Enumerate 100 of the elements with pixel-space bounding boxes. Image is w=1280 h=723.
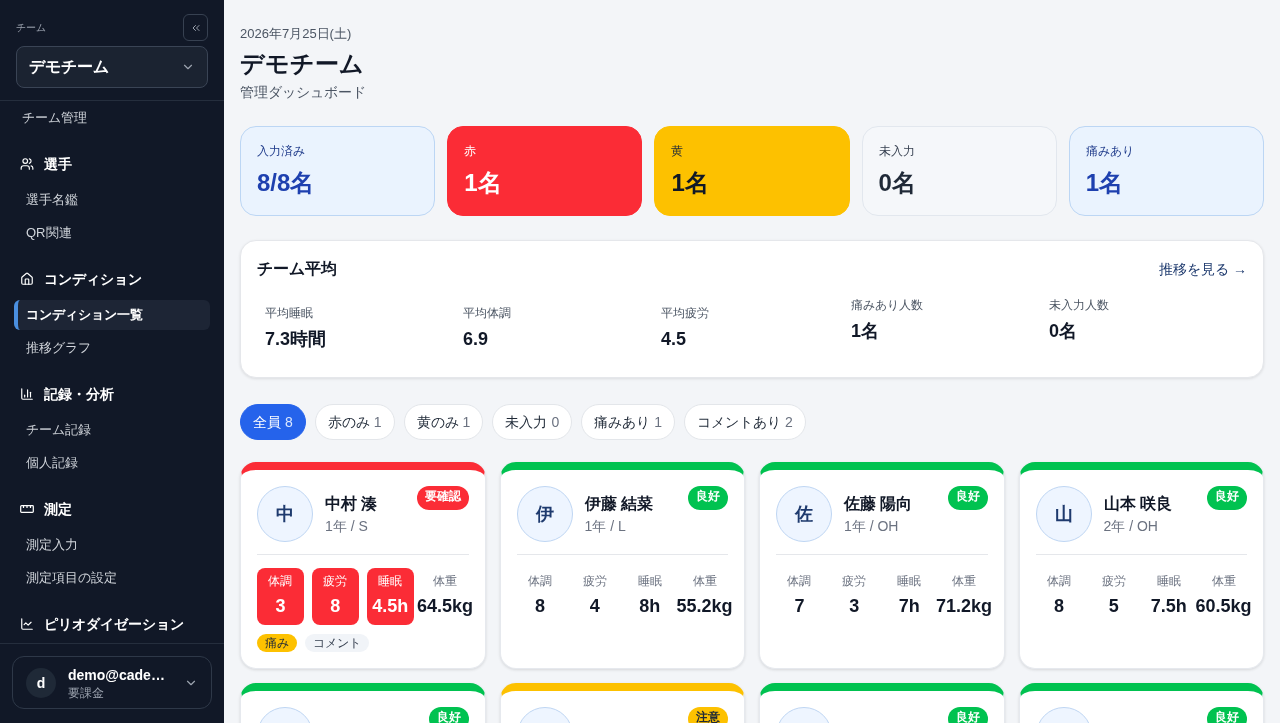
player-name: 中村 湊 [325,494,378,514]
stat-label: 黄 [671,143,684,159]
stat-value: 8/8名 [257,168,315,198]
team-select[interactable]: デモチーム [16,46,208,88]
team-label: チーム [16,20,46,35]
avatar: 伊 [516,486,573,542]
nav-section-title: ピリオダイゼーション [44,615,184,634]
metric-label: 睡眠 [897,573,922,589]
metric-value: 7.5h [1150,595,1187,618]
nav-item[interactable]: QR関連 [14,218,210,248]
player-card[interactable]: 山 山本 咲良 2年 / OH 良好 体調 8 疲労 5 睡眠 7.5h 体重 60.5kg [1018,462,1264,669]
tag: コメント [305,634,369,652]
metric-label: 痛みあり人数 [851,297,923,313]
metric-value: 64.5kg [417,595,474,618]
metric-label: 睡眠 [1156,573,1181,589]
metric-value: 71.2kg [936,595,993,618]
avatar: 中 [257,486,313,542]
metric-label: 疲労 [1101,573,1126,589]
ruler-icon [20,502,34,516]
player-card[interactable]: 佐 佐藤 陽向 1年 / OH 良好 体調 7 疲労 3 睡眠 7h 体重 71.2kg [759,462,1005,669]
metric-label: 疲労 [323,573,348,589]
metric-label: 体調 [1046,573,1071,589]
metric-value: 7h [898,595,920,618]
account-email: demo@cade… [68,665,165,685]
stat-value: 1名 [671,168,709,198]
metric-value: 8h [639,595,661,618]
player-name: 佐藤 陽向 [844,494,913,514]
metric-label: 睡眠 [378,573,403,589]
metric-label: 体重 [1211,573,1236,589]
avatar: 佐 [776,486,832,542]
nav-section-title: 記録・分析 [44,385,114,404]
nav-item[interactable]: 選手名鑑 [14,185,210,215]
metric-value: 0名 [1049,320,1077,343]
player-meta: 1年 / L [584,517,627,536]
nav-item[interactable]: チーム記録 [14,415,210,445]
filter-chip[interactable]: 痛みあり 1 [581,404,675,440]
metric-value: 4.5 [661,328,687,351]
metric-label: 平均疲労 [661,305,709,321]
metric-label: 体重 [952,573,977,589]
status-badge: 良好 [947,486,988,510]
status-badge: 要確認 [416,486,469,510]
status-badge: 注意 [688,707,728,723]
filter-chip[interactable]: 全員 8 [240,404,306,440]
stat-value: 1名 [464,168,502,198]
metric-label: 体調 [527,573,552,589]
nav-section-title: コンディション [44,270,142,289]
users-icon [20,157,34,171]
metric-value: 60.5kg [1195,595,1252,618]
trend-link[interactable]: 推移を見る → [1159,259,1247,279]
filter-chip[interactable]: 黄のみ 1 [403,404,484,440]
stat-label: 赤 [464,143,477,159]
account-plan: 要課金 [68,684,105,701]
date: 2026年7月25日(土) [240,25,352,43]
metric-value: 5 [1108,595,1119,618]
nav-section-title: 測定 [44,500,72,519]
collapse-button[interactable] [183,14,208,41]
player-card[interactable]: 中 中村 湊 1年 / S 要確認 体調 3 疲労 8 睡眠 4.5h 体重 64.5kg 痛み コメント [240,462,486,669]
nav-item[interactable]: 個人記録 [14,448,210,478]
nav-item[interactable]: チーム管理 [14,103,210,133]
status-badge: 良好 [947,707,988,723]
filter-chip[interactable]: コメントあり 2 [684,404,806,440]
metric-label: 疲労 [842,573,867,589]
player-meta: 2年 / OH [1103,517,1159,536]
stat-label: 入力済み [257,143,305,159]
nav-item[interactable]: 測定入力 [14,530,210,560]
status-badge: 良好 [428,707,469,723]
metric-label: 疲労 [582,573,607,589]
status-badge: 良好 [1207,486,1247,510]
tag: 痛み [257,634,297,652]
player-card[interactable]: 注意 [499,683,745,723]
account-button[interactable]: d demo@cade… 要課金 [12,656,212,709]
bar-chart-icon [20,387,34,401]
metric-value: 8 [1053,595,1064,618]
player-card[interactable]: 伊 伊藤 結菜 1年 / L 良好 体調 8 疲労 4 睡眠 8h 体重 55.2kg [499,462,745,669]
player-meta: 1年 / OH [844,517,900,536]
card-title: チーム平均 [257,259,337,279]
avatar: 山 [1035,486,1092,542]
metric-label: 体重 [692,573,717,589]
player-name: 山本 咲良 [1103,494,1172,514]
stat-value: 1名 [1085,168,1124,198]
avatar: d [26,667,56,698]
metric-value: 6.9 [463,328,489,351]
metric-value: 7.3時間 [265,328,327,351]
stat-label: 痛みあり [1085,143,1134,159]
filter-chip[interactable]: 赤のみ 1 [314,404,395,440]
player-meta: 1年 / S [325,517,369,536]
metric-value: 4 [589,595,600,618]
metric-label: 平均睡眠 [265,305,313,321]
line-chart-icon [20,617,34,631]
house-icon [20,272,34,286]
metric-label: 体調 [268,573,293,589]
metric-value: 3 [849,595,860,618]
page-subtitle: 管理ダッシュボード [240,83,366,102]
metric-value: 55.2kg [676,595,733,618]
filter-chip[interactable]: 未入力 0 [492,404,573,440]
nav-item[interactable]: 測定項目の設定 [14,563,210,593]
nav-item[interactable]: 推移グラフ [14,333,210,363]
nav-item[interactable]: コンディション一覧 [14,300,210,330]
metric-value: 4.5h [372,595,409,618]
player-name: 伊藤 結菜 [584,494,653,514]
